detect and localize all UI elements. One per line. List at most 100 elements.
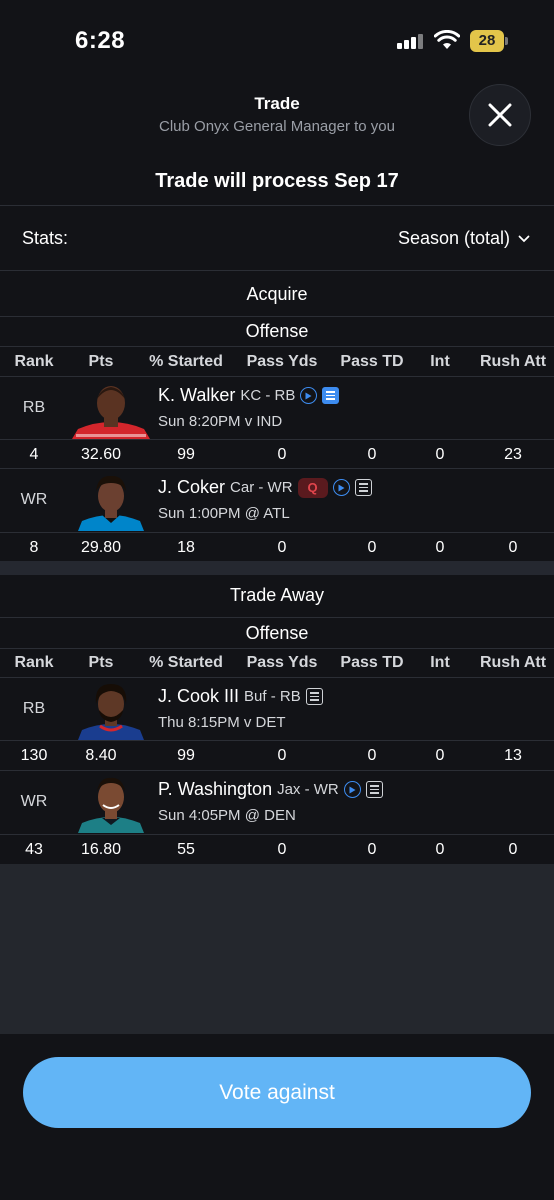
col-int: Int bbox=[430, 654, 450, 671]
trade-away-group-title: Offense bbox=[245, 623, 309, 643]
player-name-line[interactable]: K. Walker KC - RB bbox=[158, 385, 340, 406]
player-position: WR bbox=[20, 491, 48, 508]
col-pass-td: Pass TD bbox=[340, 654, 404, 671]
acquire-column-headers: Rank Pts % Started Pass Yds Pass TD Int … bbox=[0, 348, 554, 376]
wifi-icon bbox=[434, 30, 460, 49]
col-pts: Pts bbox=[88, 654, 114, 671]
divider bbox=[0, 346, 554, 347]
stat-rush-att: 0 bbox=[508, 841, 518, 858]
player-game-time: Sun 8:20PM v IND bbox=[158, 413, 283, 430]
stat-rush-att: 23 bbox=[504, 446, 522, 463]
stat-pct-started: 99 bbox=[177, 446, 195, 463]
stat-pass-td: 0 bbox=[367, 841, 377, 858]
player-name[interactable]: J. Coker bbox=[158, 477, 225, 498]
stat-rush-att: 0 bbox=[508, 539, 518, 556]
player-avatar bbox=[72, 379, 150, 439]
stat-pass-yds: 0 bbox=[277, 841, 287, 858]
player-name-line[interactable]: J. Cook III Buf - RB bbox=[158, 686, 323, 707]
empty-content-area bbox=[0, 864, 554, 1034]
stat-pct-started: 99 bbox=[177, 747, 195, 764]
stat-pct-started: 18 bbox=[177, 539, 195, 556]
stat-pass-td: 0 bbox=[367, 747, 377, 764]
player-name-line[interactable]: P. Washington Jax - WR bbox=[158, 779, 383, 800]
stats-period-dropdown[interactable]: Season (total) bbox=[398, 228, 530, 249]
status-time: 6:28 bbox=[75, 27, 126, 54]
stat-rush-att: 13 bbox=[504, 747, 522, 764]
col-pass-td: Pass TD bbox=[340, 353, 404, 370]
status-bar: 6:28 28 bbox=[0, 0, 554, 80]
col-rank: Rank bbox=[14, 654, 54, 671]
player-notes-icon[interactable] bbox=[305, 688, 323, 705]
player-name[interactable]: K. Walker bbox=[158, 385, 235, 406]
player-avatar bbox=[72, 471, 150, 531]
col-pass-yds: Pass Yds bbox=[246, 353, 318, 370]
col-pts: Pts bbox=[88, 353, 114, 370]
battery-icon: 28 bbox=[470, 30, 508, 52]
stat-int: 0 bbox=[435, 747, 445, 764]
stat-rank: 43 bbox=[25, 841, 43, 858]
player-notes-icon[interactable] bbox=[354, 479, 372, 496]
stat-rank: 8 bbox=[29, 539, 39, 556]
player-team-position: Buf - RB bbox=[244, 688, 301, 705]
player-name[interactable]: P. Washington bbox=[158, 779, 272, 800]
col-pct-started: % Started bbox=[149, 654, 223, 671]
player-notes-icon[interactable] bbox=[322, 387, 340, 404]
player-row-j-cook-iii[interactable]: RB J. Cook III Buf - RB Thu 8:15PM v DET bbox=[0, 678, 554, 740]
play-video-icon[interactable] bbox=[300, 387, 318, 404]
chevron-down-icon bbox=[518, 235, 530, 242]
divider bbox=[0, 316, 554, 317]
signal-icon bbox=[397, 33, 425, 49]
player-stat-row: 43 16.80 55 0 0 0 0 bbox=[0, 835, 554, 865]
acquire-title: Acquire bbox=[246, 284, 308, 304]
stat-rank: 130 bbox=[20, 747, 48, 764]
stat-int: 0 bbox=[435, 539, 445, 556]
player-team-position: KC - RB bbox=[240, 387, 296, 404]
player-stat-row: 4 32.60 99 0 0 0 23 bbox=[0, 440, 554, 470]
vote-against-button[interactable]: Vote against bbox=[23, 1057, 531, 1128]
stat-pts: 8.40 bbox=[85, 747, 117, 764]
stat-pass-yds: 0 bbox=[277, 747, 287, 764]
stat-rank: 4 bbox=[29, 446, 39, 463]
player-row-j-coker[interactable]: WR J. Coker Car - WR Q Sun 1:00PM @ ATL bbox=[0, 469, 554, 531]
stat-pts: 29.80 bbox=[80, 539, 122, 556]
player-game-time: Thu 8:15PM v DET bbox=[158, 714, 286, 731]
player-avatar bbox=[72, 680, 150, 740]
player-stat-row: 130 8.40 99 0 0 0 13 bbox=[0, 741, 554, 771]
stat-pts: 16.80 bbox=[80, 841, 122, 858]
player-avatar bbox=[72, 773, 150, 833]
player-stat-row: 8 29.80 18 0 0 0 0 bbox=[0, 533, 554, 563]
divider bbox=[0, 617, 554, 618]
player-notes-icon[interactable] bbox=[365, 781, 383, 798]
player-row-p-washington[interactable]: WR P. Washington Jax - WR Sun 4:05PM @ D… bbox=[0, 771, 554, 833]
divider bbox=[0, 205, 554, 206]
trade-away-title: Trade Away bbox=[229, 585, 325, 605]
player-team-position: Car - WR bbox=[230, 479, 293, 496]
divider bbox=[0, 270, 554, 271]
trade-away-column-headers: Rank Pts % Started Pass Yds Pass TD Int … bbox=[0, 649, 554, 677]
stat-pct-started: 55 bbox=[177, 841, 195, 858]
player-name-line[interactable]: J. Coker Car - WR Q bbox=[158, 477, 372, 498]
acquire-group-title: Offense bbox=[245, 321, 309, 341]
section-separator bbox=[0, 561, 554, 575]
col-pct-started: % Started bbox=[149, 353, 223, 370]
player-row-k-walker[interactable]: RB K. Walker KC - RB Sun 8:20PM v IND bbox=[0, 377, 554, 439]
close-icon bbox=[488, 103, 512, 127]
close-button[interactable] bbox=[469, 84, 531, 146]
stat-pass-yds: 0 bbox=[277, 539, 287, 556]
stat-pass-td: 0 bbox=[367, 446, 377, 463]
player-name[interactable]: J. Cook III bbox=[158, 686, 239, 707]
col-rush-att: Rush Att bbox=[479, 654, 547, 671]
player-position: WR bbox=[20, 793, 48, 810]
play-video-icon[interactable] bbox=[332, 479, 350, 496]
stat-pass-yds: 0 bbox=[277, 446, 287, 463]
col-rank: Rank bbox=[14, 353, 54, 370]
stats-period-value: Season (total) bbox=[397, 228, 510, 248]
injury-status-badge: Q bbox=[297, 477, 328, 498]
stat-pass-td: 0 bbox=[367, 539, 377, 556]
player-team-position: Jax - WR bbox=[277, 781, 339, 798]
stat-int: 0 bbox=[435, 446, 445, 463]
player-game-time: Sun 1:00PM @ ATL bbox=[158, 505, 290, 522]
play-video-icon[interactable] bbox=[343, 781, 361, 798]
col-rush-att: Rush Att bbox=[479, 353, 547, 370]
player-game-time: Sun 4:05PM @ DEN bbox=[158, 807, 296, 824]
